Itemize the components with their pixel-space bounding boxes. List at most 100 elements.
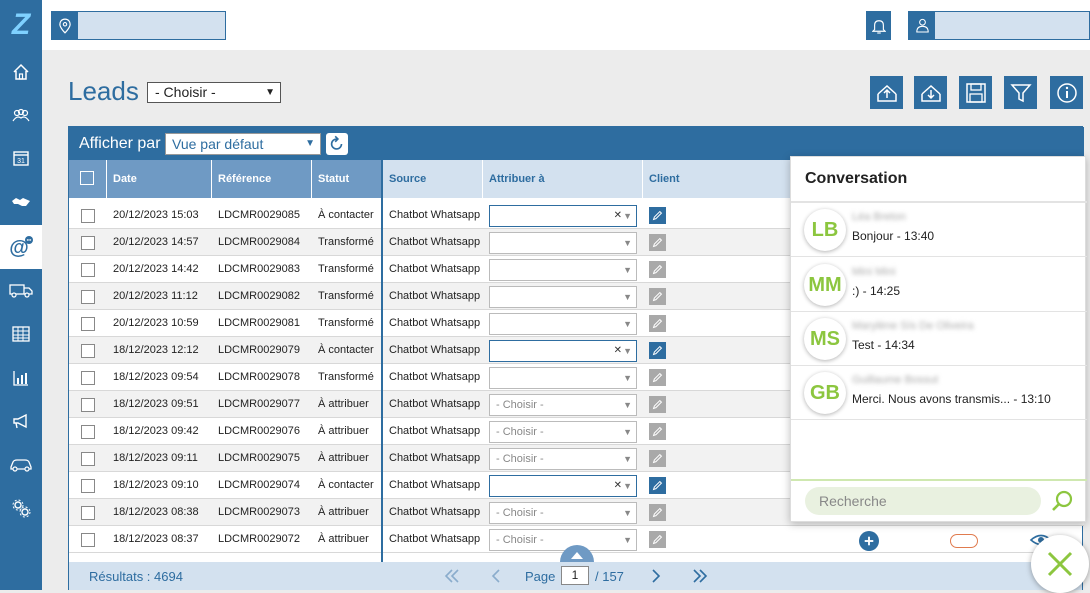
settings-icon[interactable] [0,488,42,528]
clear-icon[interactable]: ✕ [614,476,622,496]
assign-select[interactable]: ✕ ▼ [489,205,637,227]
link-icon[interactable] [950,534,978,548]
row-checkbox[interactable] [81,398,95,412]
conversation-item[interactable]: LB Léa Breton Bonjour - 13:40 [791,203,1087,257]
assign-select[interactable]: ▼ [489,286,637,308]
megaphone-icon[interactable] [0,401,42,441]
edit-pencil-icon[interactable] [649,261,666,278]
page-title: Leads [68,76,139,106]
edit-pencil-icon[interactable] [649,450,666,467]
user-field[interactable] [908,11,1090,40]
location-field[interactable] [51,11,226,40]
cell-date: 20/12/2023 15:03 [113,209,199,221]
page-number-input[interactable]: 1 [561,566,589,585]
conversation-item[interactable]: GB Guillaume Bossut Merci. Nous avons tr… [791,366,1087,420]
column-header-source[interactable]: Source [383,160,483,198]
car-icon[interactable] [0,444,42,484]
conversation-item[interactable]: MM Mini Mini :) - 14:25 [791,258,1087,312]
table-icon[interactable] [0,314,42,354]
chevron-down-icon: ▼ [623,535,632,545]
edit-pencil-icon[interactable] [649,423,666,440]
conversation-panel: Conversation LB Léa Breton Bonjour - 13:… [790,156,1087,522]
row-checkbox[interactable] [81,371,95,385]
assign-select[interactable]: - Choisir - ▼ [489,448,637,470]
edit-pencil-icon[interactable] [649,531,666,548]
save-icon[interactable] [959,76,992,109]
row-checkbox[interactable] [81,209,95,223]
leads-filter-select[interactable]: - Choisir - ▼ [147,82,281,103]
close-chat-button[interactable] [1031,535,1089,593]
row-checkbox[interactable] [81,236,95,250]
conversation-search-input[interactable]: Recherche [805,487,1041,515]
cell-source: Chatbot Whatsapp [389,209,481,221]
search-icon[interactable] [1049,487,1075,515]
download-icon[interactable] [914,76,947,109]
add-icon[interactable] [859,531,879,551]
app-logo[interactable]: Z [0,0,42,50]
assign-select[interactable]: ▼ [489,259,637,281]
last-page-icon[interactable] [685,565,715,587]
row-checkbox[interactable] [81,317,95,331]
column-header-status[interactable]: Statut [312,160,383,198]
row-checkbox[interactable] [81,506,95,520]
at-icon[interactable]: @ [0,225,42,269]
select-all-checkbox[interactable] [80,171,94,185]
truck-icon[interactable] [0,270,42,310]
cell-status: À contacter [318,344,374,356]
notifications-bell-icon[interactable] [866,11,891,40]
assign-select[interactable]: ✕ ▼ [489,340,637,362]
view-select[interactable]: Vue par défaut ▼ [165,133,321,155]
edit-pencil-icon[interactable] [649,477,666,494]
assign-select[interactable]: - Choisir - ▼ [489,421,637,443]
edit-pencil-icon[interactable] [649,369,666,386]
edit-pencil-icon[interactable] [649,315,666,332]
calendar-icon[interactable]: 31 [0,138,42,178]
row-checkbox[interactable] [81,425,95,439]
column-header-date[interactable]: Date [107,160,212,198]
column-header-reference[interactable]: Référence [212,160,312,198]
assign-select[interactable]: ▼ [489,313,637,335]
refresh-icon[interactable] [326,133,348,155]
row-checkbox[interactable] [81,344,95,358]
next-page-icon[interactable] [641,565,671,587]
previous-page-icon[interactable] [481,565,511,587]
assign-select[interactable]: ✕ ▼ [489,475,637,497]
cell-status: Transformé [318,317,374,329]
row-checkbox[interactable] [81,263,95,277]
edit-pencil-icon[interactable] [649,207,666,224]
edit-pencil-icon[interactable] [649,342,666,359]
row-checkbox[interactable] [81,479,95,493]
cell-source: Chatbot Whatsapp [389,236,481,248]
home-icon[interactable] [0,52,42,92]
row-checkbox[interactable] [81,452,95,466]
edit-pencil-icon[interactable] [649,396,666,413]
filter-icon[interactable] [1004,76,1037,109]
logo-text: Z [11,8,31,41]
row-checkbox[interactable] [81,533,95,547]
column-header-assign[interactable]: Attribuer à [483,160,643,198]
assign-select[interactable]: - Choisir - ▼ [489,394,637,416]
cell-status: À attribuer [318,425,369,437]
conversation-item[interactable]: MS Marylène Sís De Oliveira Test - 14:34 [791,312,1087,366]
column-divider [381,160,383,590]
assign-select[interactable]: - Choisir - ▼ [489,529,637,551]
clear-icon[interactable]: ✕ [614,206,622,226]
assign-select[interactable]: - Choisir - ▼ [489,502,637,524]
avatar: LB [804,209,846,251]
chevron-down-icon: ▼ [623,427,632,437]
cell-status: À attribuer [318,452,369,464]
edit-pencil-icon[interactable] [649,234,666,251]
first-page-icon[interactable] [437,565,467,587]
chart-icon[interactable] [0,358,42,398]
edit-pencil-icon[interactable] [649,288,666,305]
results-count: Résultats : 4694 [89,569,183,584]
team-icon[interactable] [0,95,42,135]
assign-select[interactable]: ▼ [489,367,637,389]
row-checkbox[interactable] [81,290,95,304]
edit-pencil-icon[interactable] [649,504,666,521]
export-icon[interactable] [870,76,903,109]
info-icon[interactable] [1050,76,1083,109]
assign-select[interactable]: ▼ [489,232,637,254]
handshake-icon[interactable] [0,182,42,222]
clear-icon[interactable]: ✕ [614,341,622,361]
